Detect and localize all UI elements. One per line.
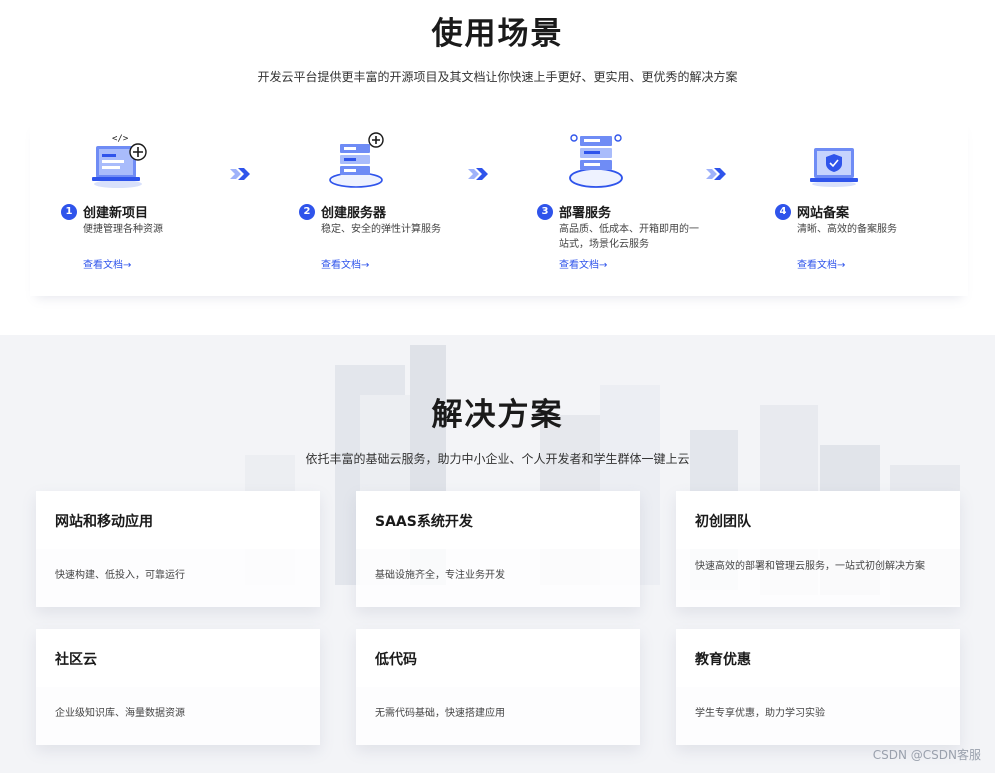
flow-arrow-icon [706, 168, 726, 180]
card-title: 社区云 [55, 652, 97, 668]
solutions-title: 解决方案 [431, 397, 564, 433]
solution-card-low-code[interactable]: 低代码 无需代码基础，快速搭建应用 [356, 629, 640, 745]
scenarios-title: 使用场景 [431, 16, 564, 52]
scenarios-subtitle: 开发云平台提供更丰富的开源项目及其文档让你快速上手更好、更实用、更优秀的解决方案 [257, 70, 738, 84]
card-description: 基础设施齐全，专注业务开发 [375, 570, 505, 581]
scene-name: 创建服务器 [321, 206, 387, 221]
watermark: CSDN @CSDN客服 [872, 748, 981, 762]
scene-create-server: 2 创建服务器 稳定、安全的弹性计算服务 查看文档→ [268, 118, 468, 296]
scene-description: 稳定、安全的弹性计算服务 [321, 224, 441, 235]
card-description: 快速构建、低投入，可靠运行 [55, 570, 185, 581]
solutions-section: 解决方案 依托丰富的基础云服务，助力中小企业、个人开发者和学生群体一键上云 网站… [0, 335, 995, 773]
scene-website-filing: 4 网站备案 清晰、高效的备案服务 查看文档→ [744, 118, 944, 296]
scene-heading: 4 网站备案 [775, 202, 849, 221]
flow-arrow-icon [230, 168, 250, 180]
scene-name: 部署服务 [559, 206, 612, 221]
scene-create-project: </> 1 创建新项目 便捷管理各种资源 查看文档→ [30, 118, 230, 296]
solution-card-startup[interactable]: 初创团队 快速高效的部署和管理云服务，一站式初创解决方案 [676, 491, 960, 607]
scene-description: 清晰、高效的备案服务 [797, 224, 897, 235]
scene-name: 网站备案 [797, 206, 850, 221]
step-badge: 2 [299, 203, 315, 220]
view-docs-link[interactable]: 查看文档→ [797, 256, 845, 271]
solutions-subtitle: 依托丰富的基础云服务，助力中小企业、个人开发者和学生群体一键上云 [305, 452, 690, 466]
shield-monitor-icon [810, 148, 858, 187]
server-stack-icon [569, 134, 623, 188]
scene-description: 高品质、低成本、开箱即用的一站式，场景化云服务 [559, 224, 699, 250]
card-description: 无需代码基础，快速搭建应用 [375, 708, 505, 719]
solution-card-education[interactable]: 教育优惠 学生专享优惠，助力学习实验 [676, 629, 960, 745]
solution-card-web-mobile[interactable]: 网站和移动应用 快速构建、低投入，可靠运行 [36, 491, 320, 607]
card-title: SAAS系统开发 [375, 514, 473, 530]
card-description: 学生专享优惠，助力学习实验 [695, 708, 825, 719]
scene-heading: 3 部署服务 [537, 202, 611, 221]
step-badge: 3 [537, 203, 553, 220]
scene-deploy-service: 3 部署服务 高品质、低成本、开箱即用的一站式，场景化云服务 查看文档→ [506, 118, 706, 296]
code-monitor-add-icon: </> [92, 134, 147, 188]
view-docs-link[interactable]: 查看文档→ [83, 256, 131, 271]
step-badge: 4 [775, 203, 791, 220]
card-title: 网站和移动应用 [55, 514, 153, 530]
card-body [676, 549, 960, 607]
card-description: 快速高效的部署和管理云服务，一站式初创解决方案 [695, 561, 925, 572]
scenarios-panel: </> 1 创建新项目 便捷管理各种资源 查看文档→ 2 创建服务器 稳定、安全… [30, 118, 968, 296]
solution-card-saas[interactable]: SAAS系统开发 基础设施齐全，专注业务开发 [356, 491, 640, 607]
scene-name: 创建新项目 [83, 206, 149, 221]
card-title: 初创团队 [695, 514, 751, 530]
view-docs-link[interactable]: 查看文档→ [321, 256, 369, 271]
svg-text:</>: </> [112, 134, 129, 144]
view-docs-link[interactable]: 查看文档→ [559, 256, 607, 271]
step-badge: 1 [61, 203, 77, 220]
card-title: 低代码 [375, 652, 417, 668]
flow-arrow-icon [468, 168, 488, 180]
card-title: 教育优惠 [695, 652, 751, 668]
scene-heading: 2 创建服务器 [299, 202, 386, 221]
scenarios-section: 使用场景 开发云平台提供更丰富的开源项目及其文档让你快速上手更好、更实用、更优秀… [0, 0, 995, 335]
server-add-icon [329, 132, 384, 188]
card-description: 企业级知识库、海量数据资源 [55, 708, 185, 719]
scene-description: 便捷管理各种资源 [83, 224, 163, 235]
solution-card-community[interactable]: 社区云 企业级知识库、海量数据资源 [36, 629, 320, 745]
scene-heading: 1 创建新项目 [61, 202, 148, 221]
